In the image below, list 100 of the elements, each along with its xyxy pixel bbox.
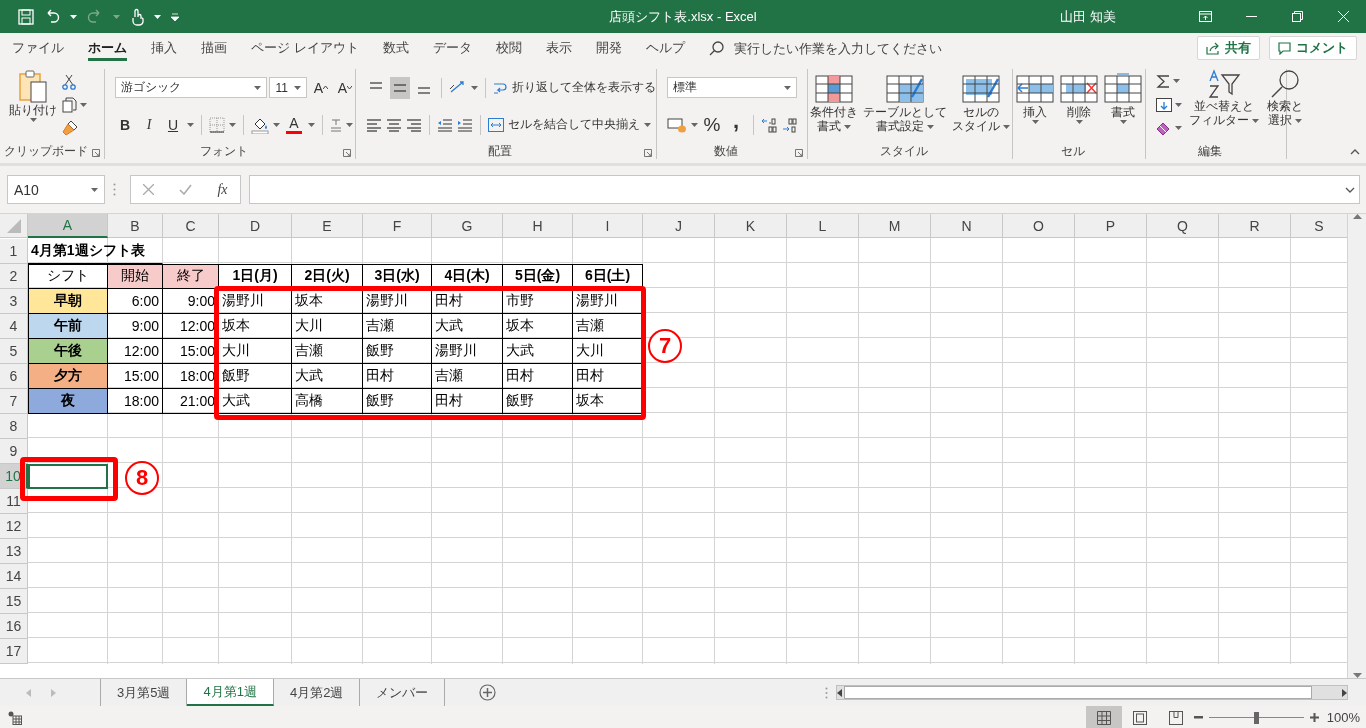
cancel-icon[interactable] <box>143 184 155 195</box>
conditional-format-icon[interactable] <box>815 73 854 105</box>
column-header[interactable]: R <box>1219 214 1291 238</box>
share-button[interactable]: 共有 <box>1197 36 1260 60</box>
row-header[interactable]: 4 <box>0 314 28 339</box>
style-button[interactable]: テーブルとして 書式設定 <box>862 73 948 143</box>
grow-font-button[interactable]: A <box>311 76 331 99</box>
copy-icon[interactable] <box>62 97 77 113</box>
decrease-decimal-icon[interactable] <box>781 116 797 133</box>
row-header[interactable]: 15 <box>0 589 28 614</box>
vertical-scrollbar[interactable] <box>1347 214 1366 678</box>
column-header[interactable]: D <box>219 214 292 238</box>
ribbon-tab[interactable]: ヘルプ <box>633 33 697 63</box>
percent-button[interactable]: % <box>702 113 722 136</box>
column-header[interactable]: P <box>1075 214 1147 238</box>
normal-view-button[interactable] <box>1085 706 1122 728</box>
dialog-launcher-icon[interactable] <box>92 149 100 157</box>
worksheet-grid[interactable] <box>0 214 1347 664</box>
sort-filter-button[interactable]: 並べ替えと フィルター <box>1188 69 1260 143</box>
column-header[interactable]: F <box>363 214 432 238</box>
dialog-launcher-icon[interactable] <box>343 149 351 157</box>
font-name-field[interactable]: 游ゴシック <box>115 77 268 98</box>
column-header[interactable]: C <box>163 214 219 238</box>
row-header[interactable]: 14 <box>0 564 28 589</box>
row-header[interactable]: 6 <box>0 364 28 389</box>
column-header[interactable]: B <box>108 214 163 238</box>
shrink-font-button[interactable]: A <box>335 76 355 99</box>
cells-button[interactable]: 挿入 <box>1015 73 1055 143</box>
ribbon-tab[interactable]: 校閲 <box>483 33 534 63</box>
sum-icon[interactable] <box>1156 73 1170 89</box>
tell-me-field[interactable]: 実行したい作業を入力してください <box>731 39 996 57</box>
selected-cell[interactable] <box>28 464 108 489</box>
format-painter-icon[interactable] <box>62 119 78 136</box>
column-header[interactable]: L <box>787 214 859 238</box>
italic-button[interactable]: I <box>139 113 159 136</box>
fill-down-icon[interactable] <box>1156 97 1172 112</box>
sheet-tab[interactable]: 4月第1週 <box>187 679 274 706</box>
row-header[interactable]: 9 <box>0 439 28 464</box>
ribbon-tab[interactable]: ページ レイアウト <box>239 33 371 63</box>
merge-center-button[interactable]: セルを結合して中央揃え <box>488 113 640 136</box>
column-header[interactable]: M <box>859 214 931 238</box>
delete-cells-icon[interactable] <box>1060 73 1098 105</box>
style-button[interactable]: 条件付き 書式 <box>809 73 860 143</box>
ribbon-tab[interactable]: 挿入 <box>139 33 189 63</box>
column-header[interactable]: N <box>931 214 1003 238</box>
column-header[interactable]: J <box>643 214 715 238</box>
dialog-launcher-icon[interactable] <box>644 149 652 157</box>
table-brush-icon[interactable] <box>886 73 924 105</box>
increase-decimal-icon[interactable] <box>761 116 777 133</box>
check-icon[interactable] <box>179 184 193 195</box>
slider-thumb[interactable] <box>1254 711 1260 724</box>
column-header[interactable]: O <box>1003 214 1075 238</box>
horizontal-scrollbar[interactable] <box>836 685 1348 700</box>
wrap-text-button[interactable]: 折り返して全体を表示する <box>492 76 656 99</box>
borders-icon[interactable] <box>209 116 225 133</box>
save-icon[interactable] <box>18 8 34 25</box>
column-header[interactable]: Q <box>1147 214 1219 238</box>
customize-icon[interactable] <box>171 12 179 21</box>
row-header[interactable]: 16 <box>0 614 28 639</box>
align-center-icon[interactable] <box>386 117 402 132</box>
accounting-icon[interactable] <box>667 116 687 133</box>
column-header[interactable]: E <box>292 214 363 238</box>
row-header[interactable]: 11 <box>0 489 28 514</box>
row-header[interactable]: 12 <box>0 514 28 539</box>
scissors-icon[interactable] <box>62 74 76 91</box>
decrease-indent-icon[interactable] <box>437 117 453 132</box>
zoom-in-icon[interactable] <box>1309 713 1319 722</box>
column-header[interactable]: I <box>573 214 643 238</box>
ribbon-tab[interactable]: ホーム <box>76 33 139 63</box>
column-header[interactable]: S <box>1291 214 1347 238</box>
ribbon-tab[interactable]: 表示 <box>533 33 584 63</box>
row-header[interactable]: 7 <box>0 389 28 414</box>
bold-button[interactable]: B <box>115 113 135 136</box>
dialog-launcher-icon[interactable] <box>795 149 803 157</box>
ribbon-tab[interactable]: 数式 <box>370 33 421 63</box>
formula-input[interactable] <box>249 175 1360 204</box>
row-header[interactable]: 8 <box>0 414 28 439</box>
paste-button[interactable]: 貼り付け <box>8 69 58 143</box>
format-cells-icon[interactable] <box>1104 73 1142 105</box>
name-box[interactable]: A10 <box>7 175 105 204</box>
row-header[interactable]: 3 <box>0 289 28 314</box>
expand-icon[interactable] <box>1345 186 1355 193</box>
align-right-icon[interactable] <box>406 117 422 132</box>
collapse-ribbon-icon[interactable] <box>1350 149 1360 155</box>
number-format-field[interactable]: 標準 <box>667 77 797 98</box>
cells-button[interactable]: 削除 <box>1059 73 1099 143</box>
row-header[interactable]: 2 <box>0 264 28 289</box>
add-sheet-icon[interactable] <box>479 684 497 701</box>
underline-button[interactable]: U <box>163 113 183 136</box>
row-header[interactable]: 17 <box>0 639 28 664</box>
row-header[interactable]: 13 <box>0 539 28 564</box>
zoom-out-icon[interactable] <box>1193 716 1203 719</box>
find-select-button[interactable]: 検索と 選択 <box>1266 69 1304 143</box>
zoom-level[interactable]: 100% <box>1326 710 1360 725</box>
column-header[interactable]: H <box>503 214 573 238</box>
cell-brush-icon[interactable] <box>961 73 1000 105</box>
insert-function-button[interactable]: fx <box>217 181 228 198</box>
row-header[interactable]: 5 <box>0 339 28 364</box>
column-header[interactable]: K <box>715 214 787 238</box>
zoom-slider[interactable] <box>1208 711 1304 724</box>
